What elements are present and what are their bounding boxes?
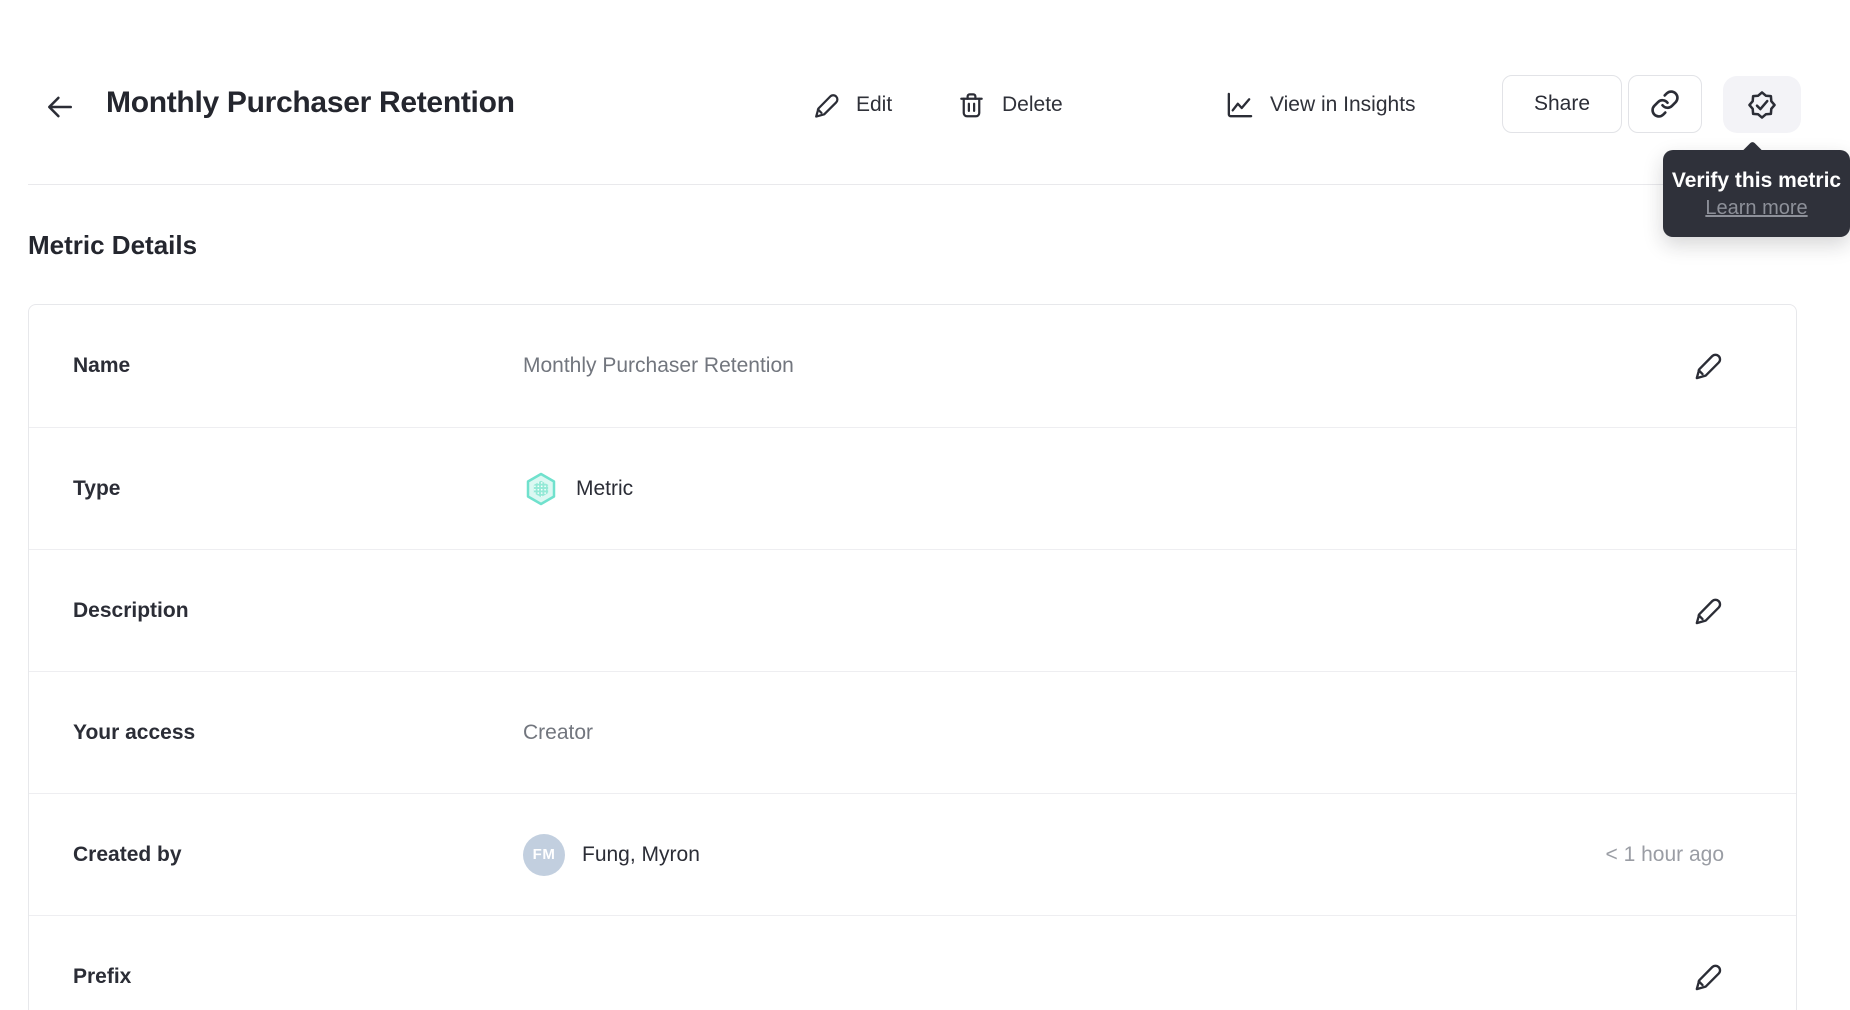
pencil-icon — [810, 90, 841, 121]
avatar: FM — [523, 833, 565, 876]
verified-badge-icon — [1746, 89, 1778, 121]
arrow-left-icon — [45, 92, 75, 122]
verify-tooltip: Verify this metric Learn more — [1663, 140, 1850, 237]
section-title: Metric Details — [28, 230, 198, 260]
row-label: Prefix — [73, 964, 132, 988]
metric-details-card: Name Monthly Purchaser Retention Type Me… — [28, 304, 1797, 1010]
row-label: Created by — [73, 842, 182, 866]
pencil-icon — [1690, 960, 1724, 994]
view-in-insights-label: View in Insights — [1270, 93, 1416, 116]
share-button[interactable]: Share — [1502, 75, 1622, 133]
edit-description-pencil-button[interactable] — [1690, 594, 1724, 628]
created-by-name: Fung, Myron — [582, 842, 700, 866]
metric-details-page: Monthly Purchaser Retention Edit Delete — [0, 0, 1850, 1010]
row-label: Description — [73, 598, 189, 622]
type-value: Metric — [576, 476, 634, 500]
edit-name-pencil-button[interactable] — [1690, 349, 1724, 383]
table-row-type: Type Metric — [29, 427, 1796, 549]
row-value: Monthly Purchaser Retention — [523, 354, 794, 377]
table-row-prefix: Prefix — [29, 915, 1796, 1010]
delete-button[interactable]: Delete — [956, 76, 1063, 134]
hexagon-metric-icon — [523, 471, 559, 507]
table-row-description: Description — [29, 549, 1796, 671]
row-value: FM Fung, Myron — [523, 833, 700, 876]
learn-more-link[interactable]: Learn more — [1705, 195, 1807, 222]
pencil-icon — [1690, 349, 1724, 383]
line-chart-icon — [1224, 90, 1255, 121]
row-label: Name — [73, 354, 131, 377]
header-divider — [28, 184, 1822, 185]
page-title: Monthly Purchaser Retention — [106, 86, 515, 119]
share-label: Share — [1533, 92, 1591, 115]
trash-icon — [956, 90, 987, 121]
delete-label: Delete — [1002, 93, 1063, 116]
table-row-your-access: Your access Creator — [29, 671, 1796, 793]
row-label: Type — [73, 476, 121, 500]
row-label: Your access — [73, 720, 196, 744]
table-row-name: Name Monthly Purchaser Retention — [29, 305, 1796, 427]
edit-prefix-pencil-button[interactable] — [1690, 960, 1724, 994]
edit-label: Edit — [856, 93, 893, 116]
back-button[interactable] — [42, 90, 78, 124]
table-row-created-by: Created by FM Fung, Myron < 1 hour ago — [29, 793, 1796, 915]
row-value: Metric — [523, 468, 633, 510]
row-value: Creator — [523, 720, 594, 744]
edit-button[interactable]: Edit — [810, 76, 892, 134]
view-in-insights-button[interactable]: View in Insights — [1224, 76, 1416, 134]
copy-link-button[interactable] — [1628, 75, 1702, 133]
created-timestamp: < 1 hour ago — [1605, 842, 1724, 866]
tooltip-title: Verify this metric — [1671, 169, 1842, 192]
link-icon — [1650, 89, 1680, 119]
verify-metric-button[interactable] — [1723, 76, 1801, 133]
pencil-icon — [1690, 594, 1724, 628]
tooltip-caret — [1741, 140, 1764, 163]
